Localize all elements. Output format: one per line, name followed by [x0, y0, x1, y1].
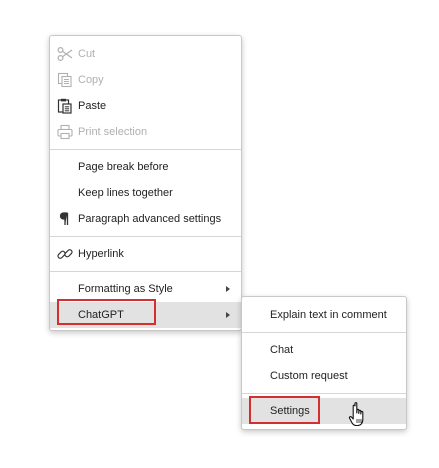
screen: Cut Copy Paste Print selection Page brea…	[0, 0, 439, 468]
menu-item-label: Formatting as Style	[78, 283, 173, 295]
menu-item-label: Hyperlink	[78, 248, 124, 260]
menu-item-label: Cut	[78, 48, 96, 60]
menu-separator	[50, 149, 241, 150]
menu-item-label: Print selection	[78, 126, 148, 138]
menu-item-formatting-as-style[interactable]: Formatting as Style	[50, 276, 241, 302]
submenu-item-custom-request[interactable]: Custom request	[242, 363, 406, 389]
menu-item-label: ChatGPT	[78, 309, 124, 321]
submenu-arrow-icon	[226, 286, 230, 292]
menu-item-label: Settings	[270, 405, 310, 417]
submenu-item-explain-text-in-comment[interactable]: Explain text in comment	[242, 302, 406, 328]
hand-pointer-icon	[348, 401, 370, 429]
menu-item-copy[interactable]: Copy	[50, 67, 241, 93]
menu-item-paste[interactable]: Paste	[50, 93, 241, 119]
copy-icon	[56, 71, 74, 89]
menu-item-print-selection[interactable]: Print selection	[50, 119, 241, 145]
menu-item-label: Paragraph advanced settings	[78, 213, 222, 225]
submenu-item-settings[interactable]: Settings	[242, 398, 406, 424]
scissors-icon	[56, 45, 74, 63]
printer-icon	[56, 123, 74, 141]
menu-item-label: Chat	[270, 344, 294, 356]
link-icon	[56, 245, 74, 263]
chatgpt-submenu: Explain text in comment Chat Custom requ…	[241, 296, 407, 430]
menu-item-keep-lines-together[interactable]: Keep lines together	[50, 180, 241, 206]
menu-item-chatgpt[interactable]: ChatGPT	[50, 302, 241, 328]
menu-item-label: Custom request	[270, 370, 348, 382]
menu-item-page-break-before[interactable]: Page break before	[50, 154, 241, 180]
menu-item-label: Copy	[78, 74, 104, 86]
menu-item-label: Paste	[78, 100, 107, 112]
submenu-arrow-icon	[226, 312, 230, 318]
submenu-item-chat[interactable]: Chat	[242, 337, 406, 363]
menu-separator	[50, 271, 241, 272]
menu-item-label: Keep lines together	[78, 187, 173, 199]
menu-item-paragraph-advanced-settings[interactable]: Paragraph advanced settings	[50, 206, 241, 232]
menu-item-cut[interactable]: Cut	[50, 41, 241, 67]
menu-item-label: Explain text in comment	[270, 309, 387, 321]
menu-item-hyperlink[interactable]: Hyperlink	[50, 241, 241, 267]
menu-separator	[242, 393, 406, 394]
menu-separator	[242, 332, 406, 333]
menu-item-label: Page break before	[78, 161, 169, 173]
paste-icon	[56, 97, 74, 115]
context-menu: Cut Copy Paste Print selection Page brea…	[49, 35, 242, 331]
pilcrow-icon	[56, 210, 74, 228]
menu-separator	[50, 236, 241, 237]
